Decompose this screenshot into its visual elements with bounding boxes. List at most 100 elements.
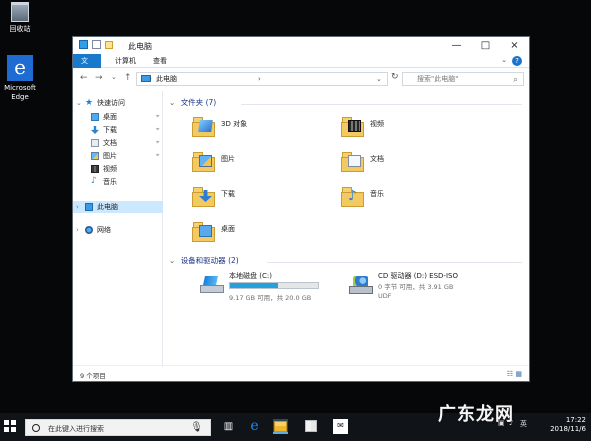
- close-button[interactable]: ×: [500, 37, 529, 54]
- clock-date: 2018/11/6: [550, 425, 586, 433]
- folder-documents[interactable]: 文档: [341, 149, 456, 181]
- view-mode-icons[interactable]: ☷ ▦: [507, 370, 522, 378]
- folder-music[interactable]: ♪ 音乐: [341, 184, 456, 216]
- address-history-chevron-icon[interactable]: ⌄: [376, 73, 382, 85]
- drive-cd-d[interactable]: CD 驱动器 (D:) ESD-ISO 0 字节 可用，共 3.91 GB UD…: [349, 271, 479, 308]
- drive-filesystem-text: UDF: [378, 292, 392, 300]
- star-icon: ★: [85, 98, 94, 108]
- store-taskbar-icon[interactable]: [303, 419, 318, 434]
- new-folder-icon[interactable]: [105, 40, 113, 49]
- sidebar-item-label: 图片: [103, 152, 117, 160]
- clock-time: 17:22: [565, 416, 586, 424]
- taskbar-search-box[interactable]: 在此键入进行搜索 🎙: [25, 419, 211, 436]
- windows-logo-icon: [4, 427, 9, 432]
- edge-desktop-icon[interactable]: e Microsoft Edge: [0, 55, 40, 102]
- documents-folder-icon: [341, 150, 364, 172]
- title-bar[interactable]: 此电脑 — □ ×: [73, 37, 529, 54]
- windows-logo-icon: [11, 427, 16, 432]
- refresh-icon[interactable]: ↻: [391, 72, 399, 82]
- taskbar-search-placeholder: 在此键入进行搜索: [48, 425, 104, 433]
- navigation-bar: ← → ⌄ ↑ › 此电脑 › ⌄ ↻ 搜索"此电脑" ⌕: [73, 68, 529, 91]
- folder-name: 3D 对象: [221, 120, 248, 128]
- music-icon: ♪: [91, 176, 97, 186]
- folder-name: 文档: [370, 155, 384, 163]
- sidebar-item-label: 文档: [103, 139, 117, 147]
- maximize-button[interactable]: □: [471, 37, 500, 54]
- search-box[interactable]: 搜索"此电脑" ⌕: [402, 72, 524, 86]
- folder-desktop[interactable]: 桌面: [192, 219, 307, 251]
- tab-computer[interactable]: 计算机: [107, 54, 145, 68]
- music-folder-icon: ♪: [341, 185, 364, 207]
- microphone-icon[interactable]: 🎙: [190, 422, 203, 433]
- recent-locations-chevron-icon[interactable]: ⌄: [111, 73, 117, 81]
- folders-section-header[interactable]: ⌄ 文件夹 (7): [169, 97, 216, 109]
- sidebar-item-videos[interactable]: 视频: [73, 163, 163, 175]
- sidebar-item-desktop[interactable]: 桌面 ⌖: [73, 111, 163, 123]
- sidebar-item-label: 下载: [103, 126, 117, 134]
- folder-videos[interactable]: 视频: [341, 114, 456, 146]
- pictures-icon: [91, 152, 99, 160]
- pin-icon: ⌖: [156, 152, 160, 159]
- edge-label: Microsoft Edge: [4, 84, 36, 101]
- minimize-button[interactable]: —: [442, 37, 471, 54]
- breadcrumb-separator-icon[interactable]: ›: [149, 73, 152, 85]
- devices-section-header[interactable]: ⌄ 设备和驱动器 (2): [169, 255, 239, 267]
- collapse-chevron-icon[interactable]: ⌄: [169, 98, 175, 107]
- documents-icon: [91, 139, 99, 147]
- window-controls: — □ ×: [442, 37, 529, 54]
- up-arrow-icon[interactable]: ↑: [124, 73, 132, 83]
- ribbon: 文件 计算机 查看 ⌄ ?: [73, 54, 529, 79]
- sidebar-item-label: 此电脑: [97, 203, 118, 211]
- folder-name: 下载: [221, 190, 235, 198]
- expand-arrow-icon[interactable]: ›: [76, 224, 79, 236]
- start-button[interactable]: [4, 420, 16, 432]
- input-language-indicator[interactable]: 英: [520, 419, 527, 429]
- ribbon-expand-icon[interactable]: ⌄: [501, 56, 507, 64]
- file-explorer-taskbar-icon[interactable]: [273, 419, 288, 434]
- address-bar[interactable]: › 此电脑 › ⌄: [136, 72, 388, 86]
- clock[interactable]: 17:22 2018/11/6: [550, 416, 586, 434]
- network-icon: [85, 226, 93, 234]
- folder-name: 音乐: [370, 190, 384, 198]
- drive-space-text: 0 字节 可用，共 3.91 GB: [378, 283, 454, 291]
- 3d-objects-icon: [192, 115, 215, 137]
- edge-taskbar-icon[interactable]: e: [247, 419, 262, 434]
- folder-pictures[interactable]: 图片: [192, 149, 307, 181]
- devices-section-title: 设备和驱动器 (2): [180, 256, 239, 265]
- help-icon[interactable]: ?: [512, 56, 522, 66]
- folder-downloads[interactable]: 下载: [192, 184, 307, 216]
- folder-3d-objects[interactable]: 3D 对象: [192, 114, 307, 146]
- back-arrow-icon[interactable]: ←: [80, 73, 88, 83]
- search-icon: ⌕: [512, 75, 518, 85]
- expand-arrow-icon[interactable]: ⌄: [76, 97, 82, 109]
- mail-taskbar-icon[interactable]: ✉: [333, 419, 348, 434]
- sidebar-item-music[interactable]: ♪ 音乐: [73, 176, 163, 188]
- sidebar-item-pictures[interactable]: 图片 ⌖: [73, 150, 163, 162]
- expand-arrow-icon[interactable]: ›: [76, 201, 79, 213]
- computer-icon: [79, 40, 88, 49]
- drive-local-disk-c[interactable]: 本地磁盘 (C:) 9.17 GB 可用，共 20.0 GB: [200, 271, 330, 308]
- videos-icon: [91, 165, 99, 173]
- this-pc-content[interactable]: ⌄ 文件夹 (7) 3D 对象 视频 图片 文档 下载 ♪ 音乐 桌面 ⌄ 设备…: [164, 91, 530, 367]
- sidebar-item-quick-access[interactable]: ⌄ ★ 快速访问: [73, 97, 163, 109]
- sidebar-item-downloads[interactable]: 下载 ⌖: [73, 124, 163, 136]
- this-pc-explorer-window[interactable]: 此电脑 — □ × 文件 计算机 查看 ⌄ ? ← → ⌄ ↑ › 此电脑 › …: [72, 36, 530, 382]
- recycle-bin-desktop-icon[interactable]: 回收站: [0, 2, 40, 34]
- sidebar-item-network[interactable]: › 网络: [73, 224, 163, 236]
- properties-icon[interactable]: [92, 40, 101, 49]
- folders-section-divider: [241, 104, 522, 105]
- sidebar-item-this-pc[interactable]: › 此电脑: [73, 201, 163, 213]
- address-location[interactable]: 此电脑: [156, 75, 177, 83]
- watermark: 广东龙网: [438, 404, 514, 425]
- breadcrumb-chevron-icon[interactable]: ›: [258, 73, 261, 85]
- computer-icon: [85, 203, 93, 211]
- task-view-icon[interactable]: ▥: [221, 419, 236, 434]
- sidebar-item-documents[interactable]: 文档 ⌖: [73, 137, 163, 149]
- forward-arrow-icon[interactable]: →: [95, 73, 103, 83]
- collapse-chevron-icon[interactable]: ⌄: [169, 256, 175, 265]
- navigation-pane[interactable]: ⌄ ★ 快速访问 桌面 ⌖ 下载 ⌖ 文档 ⌖ 图片 ⌖ 视频 ♪ 音乐 › 此…: [73, 91, 163, 367]
- tab-file[interactable]: 文件: [73, 54, 101, 79]
- sidebar-item-label: 音乐: [103, 178, 117, 186]
- store-icon: [304, 420, 317, 432]
- tab-view[interactable]: 查看: [145, 54, 175, 68]
